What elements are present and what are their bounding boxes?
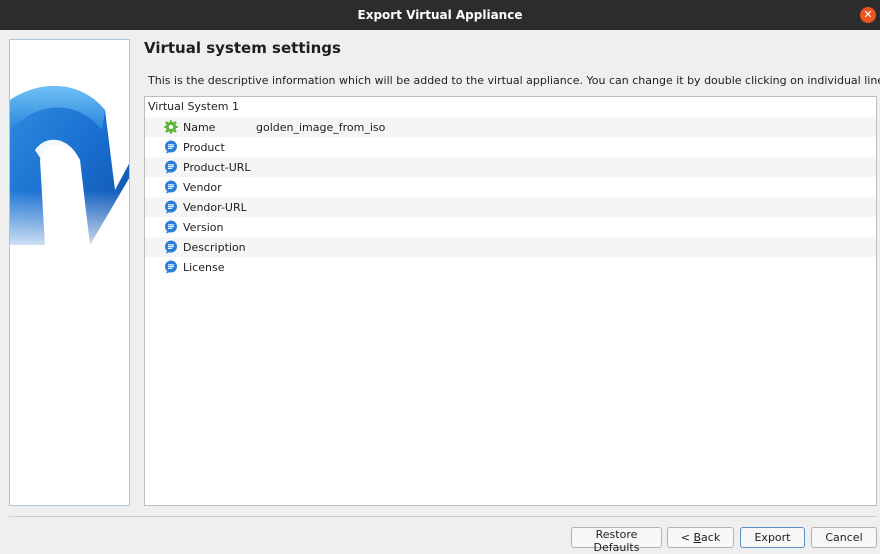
speech-bubble-icon [165, 200, 177, 214]
speech-bubble-icon [165, 220, 177, 234]
page-title: Virtual system settings [144, 39, 341, 57]
row-key: Product [183, 140, 225, 154]
page-description: This is the descriptive information whic… [148, 74, 880, 87]
back-label-prefix: < [680, 531, 694, 544]
speech-bubble-icon [165, 240, 177, 254]
export-button[interactable]: Export [740, 527, 805, 548]
speech-bubble-icon [165, 160, 177, 174]
close-icon[interactable]: ✕ [860, 7, 876, 23]
cancel-button[interactable]: Cancel [811, 527, 877, 548]
row-key: Version [183, 220, 224, 234]
back-label-rest: ack [701, 531, 721, 544]
window-titlebar: Export Virtual Appliance ✕ [0, 0, 880, 30]
back-label-mnemonic: B [693, 531, 702, 544]
tree-row-vendor[interactable]: Vendor [145, 177, 876, 197]
row-key: Description [183, 240, 246, 254]
button-separator [9, 516, 877, 517]
back-button[interactable]: < Back [667, 527, 734, 548]
tree-row-description[interactable]: Description [145, 237, 876, 257]
row-key: Name [183, 120, 216, 134]
settings-tree[interactable]: Virtual System 1 Name golden_image_from_… [144, 96, 877, 506]
wizard-banner-image [9, 39, 130, 506]
restore-defaults-button[interactable]: Restore Defaults [571, 527, 662, 554]
speech-bubble-icon [165, 260, 177, 274]
row-key: License [183, 260, 225, 274]
row-key: Vendor [183, 180, 222, 194]
tree-row-product[interactable]: Product [145, 137, 876, 157]
window-title: Export Virtual Appliance [357, 8, 523, 22]
export-arrow-icon [10, 86, 129, 260]
green-gear-icon [164, 120, 178, 134]
tree-row-vendor-url[interactable]: Vendor-URL [145, 197, 876, 217]
tree-row-version[interactable]: Version [145, 217, 876, 237]
tree-root-virtual-system[interactable]: Virtual System 1 [145, 97, 876, 117]
tree-row-product-url[interactable]: Product-URL [145, 157, 876, 177]
tree-row-license[interactable]: License [145, 257, 876, 277]
tree-row-name[interactable]: Name golden_image_from_iso [145, 117, 876, 137]
row-value: golden_image_from_iso [256, 120, 386, 134]
speech-bubble-icon [165, 180, 177, 194]
speech-bubble-icon [165, 140, 177, 154]
row-key: Product-URL [183, 160, 251, 174]
row-key: Vendor-URL [183, 200, 247, 214]
